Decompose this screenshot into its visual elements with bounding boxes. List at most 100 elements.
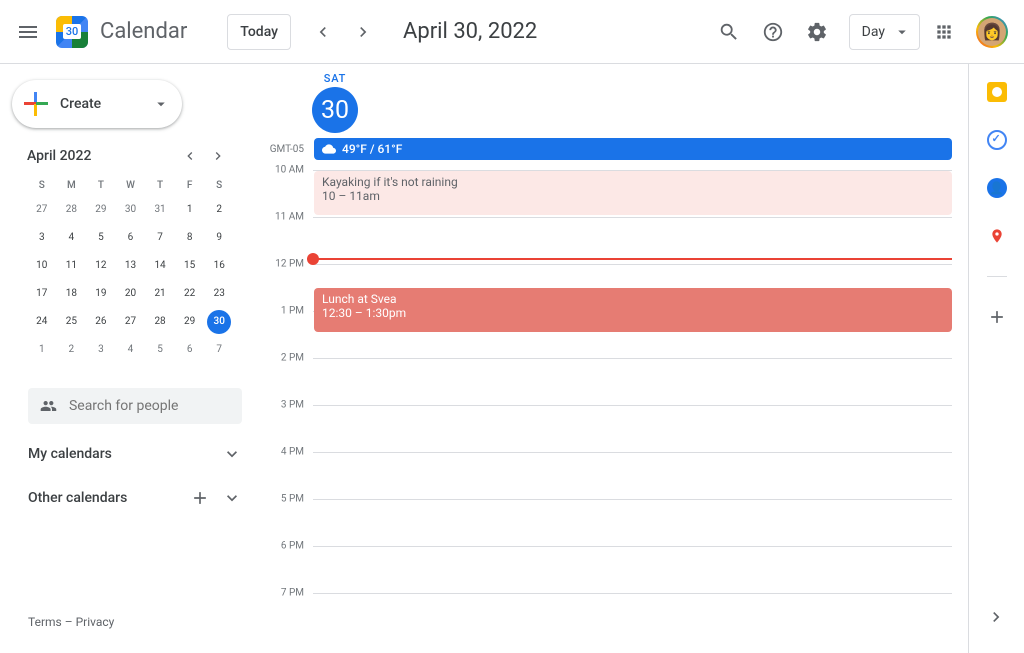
day-number[interactable]: 30	[312, 87, 358, 133]
mini-cal-day[interactable]: 16	[207, 254, 231, 278]
mini-cal-day[interactable]: 4	[118, 338, 142, 362]
weather-allday-event[interactable]: 49°F / 61°F	[314, 138, 952, 160]
mini-cal-day[interactable]: 8	[178, 226, 202, 250]
maps-app-button[interactable]	[977, 216, 1017, 256]
create-button[interactable]: Create	[12, 80, 182, 128]
hide-side-panel-button[interactable]	[976, 597, 1016, 637]
mini-cal-day[interactable]: 6	[118, 226, 142, 250]
app-header: 30 Calendar Today April 30, 2022 Day 👩	[0, 0, 1024, 64]
hour-label: 5 PM	[281, 494, 304, 505]
chevron-left-icon	[182, 148, 198, 164]
hour-gridline	[313, 264, 952, 265]
search-button[interactable]	[709, 12, 749, 52]
mini-cal-day[interactable]: 5	[89, 226, 113, 250]
mini-cal-day[interactable]: 3	[89, 338, 113, 362]
weather-icon	[322, 142, 336, 156]
contacts-app-button[interactable]: 👤	[977, 168, 1017, 208]
mini-cal-day[interactable]: 30	[118, 198, 142, 222]
chevron-down-icon	[222, 488, 242, 508]
plus-icon	[987, 307, 1007, 327]
mini-cal-title: April 2022	[27, 148, 91, 164]
event-lunch[interactable]: Lunch at Svea 12:30 – 1:30pm	[314, 288, 952, 332]
mini-cal-day[interactable]: 14	[148, 254, 172, 278]
mini-cal-day[interactable]: 1	[178, 198, 202, 222]
add-addon-button[interactable]	[977, 297, 1017, 337]
mini-cal-day[interactable]: 29	[178, 310, 202, 334]
main-menu-button[interactable]	[8, 12, 48, 52]
apps-grid-icon	[934, 22, 954, 42]
mini-cal-day[interactable]: 13	[118, 254, 142, 278]
my-calendars-section[interactable]: My calendars	[8, 432, 248, 476]
plus-icon[interactable]	[190, 488, 210, 508]
mini-cal-dow: W	[116, 176, 146, 196]
mini-cal-day[interactable]: 28	[59, 198, 83, 222]
help-icon	[762, 21, 784, 43]
mini-cal-day[interactable]: 25	[59, 310, 83, 334]
mini-cal-day[interactable]: 31	[148, 198, 172, 222]
mini-cal-day[interactable]: 29	[89, 198, 113, 222]
event-kayaking[interactable]: Kayaking if it's not raining 10 – 11am	[314, 171, 952, 215]
search-people-input[interactable]	[69, 398, 230, 414]
tasks-app-button[interactable]	[977, 120, 1017, 160]
dropdown-icon	[893, 23, 911, 41]
chevron-right-icon	[210, 148, 226, 164]
mini-cal-day[interactable]: 7	[148, 226, 172, 250]
terms-link[interactable]: Terms	[28, 615, 62, 629]
prev-day-button[interactable]	[303, 12, 343, 52]
mini-cal-day[interactable]: 26	[89, 310, 113, 334]
current-date-title: April 30, 2022	[403, 19, 537, 44]
privacy-link[interactable]: Privacy	[76, 615, 115, 629]
app-title: Calendar	[100, 19, 187, 44]
mini-cal-next[interactable]	[210, 144, 234, 168]
hour-label: 3 PM	[281, 400, 304, 411]
mini-cal-day[interactable]: 3	[30, 226, 54, 250]
help-button[interactable]	[753, 12, 793, 52]
mini-cal-day[interactable]: 20	[118, 282, 142, 306]
mini-cal-day[interactable]: 9	[207, 226, 231, 250]
plus-multicolor-icon	[24, 92, 48, 116]
mini-cal-day[interactable]: 17	[30, 282, 54, 306]
mini-cal-day[interactable]: 7	[207, 338, 231, 362]
mini-cal-day[interactable]: 6	[178, 338, 202, 362]
mini-cal-day[interactable]: 23	[207, 282, 231, 306]
chevron-left-icon	[313, 22, 333, 42]
other-calendars-section[interactable]: Other calendars	[8, 476, 248, 520]
mini-cal-day[interactable]: 2	[59, 338, 83, 362]
mini-cal-day[interactable]: 24	[30, 310, 54, 334]
hour-label: 7 PM	[281, 588, 304, 599]
mini-cal-day[interactable]: 11	[59, 254, 83, 278]
today-button[interactable]: Today	[227, 14, 291, 50]
mini-cal-day[interactable]: 27	[30, 198, 54, 222]
mini-cal-day[interactable]: 18	[59, 282, 83, 306]
mini-cal-day[interactable]: 2	[207, 198, 231, 222]
keep-app-button[interactable]	[977, 72, 1017, 112]
account-avatar[interactable]: 👩	[976, 16, 1008, 48]
mini-cal-day[interactable]: 15	[178, 254, 202, 278]
next-day-button[interactable]	[343, 12, 383, 52]
hour-label: 1 PM	[281, 306, 304, 317]
mini-cal-day[interactable]: 12	[89, 254, 113, 278]
mini-cal-prev[interactable]	[182, 144, 206, 168]
mini-cal-day[interactable]: 1	[30, 338, 54, 362]
footer-links: Terms – Privacy	[8, 603, 248, 641]
maps-icon	[989, 226, 1005, 246]
hour-gridline	[313, 546, 952, 547]
mini-cal-day[interactable]: 27	[118, 310, 142, 334]
mini-cal-day[interactable]: 10	[30, 254, 54, 278]
mini-cal-day[interactable]: 30	[207, 310, 231, 334]
view-switcher[interactable]: Day	[849, 14, 920, 50]
mini-cal-dow: F	[175, 176, 205, 196]
mini-cal-day[interactable]: 28	[148, 310, 172, 334]
hamburger-icon	[16, 20, 40, 44]
search-people-field[interactable]	[28, 388, 242, 424]
hour-gridline	[313, 593, 952, 594]
mini-cal-day[interactable]: 21	[148, 282, 172, 306]
mini-cal-day[interactable]: 22	[178, 282, 202, 306]
settings-button[interactable]	[797, 12, 837, 52]
mini-cal-day[interactable]: 4	[59, 226, 83, 250]
apps-button[interactable]	[924, 12, 964, 52]
mini-cal-day[interactable]: 5	[148, 338, 172, 362]
hour-gridline	[313, 452, 952, 453]
mini-cal-dow: S	[27, 176, 57, 196]
mini-cal-day[interactable]: 19	[89, 282, 113, 306]
